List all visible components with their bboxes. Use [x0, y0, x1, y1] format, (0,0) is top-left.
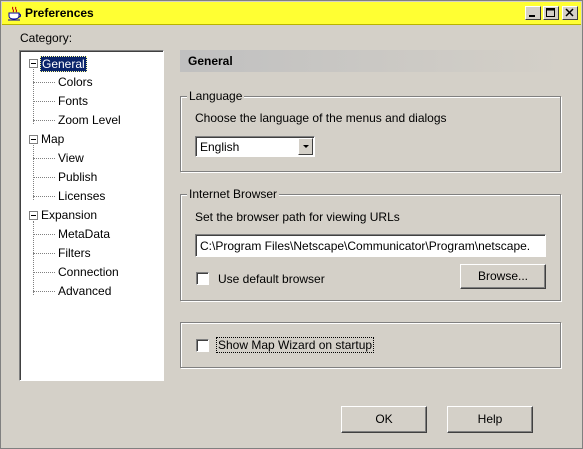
- tree-connector: [33, 291, 55, 292]
- maximize-icon: [546, 8, 555, 17]
- close-icon: [565, 8, 574, 17]
- language-group: Language Choose the language of the menu…: [180, 89, 561, 172]
- java-cup-icon: [8, 6, 21, 21]
- tree-item-licenses[interactable]: Licenses: [57, 189, 106, 205]
- tree-item-filters[interactable]: Filters: [57, 246, 92, 262]
- show-map-wizard-checkbox[interactable]: [196, 339, 209, 352]
- tree-item-publish[interactable]: Publish: [57, 170, 98, 186]
- tree-item-metadata[interactable]: MetaData: [57, 227, 111, 243]
- show-map-wizard-label[interactable]: Show Map Wizard on startup: [216, 337, 375, 353]
- tree-connector: [33, 69, 34, 124]
- tree-item-fonts[interactable]: Fonts: [57, 94, 89, 110]
- tree-item-expansion[interactable]: Expansion: [40, 208, 98, 224]
- language-description: Choose the language of the menus and dia…: [195, 111, 447, 125]
- use-default-browser-checkbox[interactable]: [196, 272, 209, 285]
- panel-title: General: [188, 54, 233, 68]
- collapse-toggle-map[interactable]: [29, 135, 38, 144]
- language-select[interactable]: English: [195, 136, 315, 157]
- tree-item-zoom-level[interactable]: Zoom Level: [57, 113, 122, 129]
- browse-button-label: Browse...: [477, 269, 528, 283]
- dropdown-arrow-icon[interactable]: [298, 138, 313, 155]
- tree-connector: [33, 221, 34, 295]
- tree-connector: [33, 101, 55, 102]
- title-bar[interactable]: Preferences: [2, 2, 581, 25]
- maximize-button[interactable]: [543, 6, 559, 20]
- map-wizard-group: Show Map Wizard on startup: [180, 322, 561, 368]
- internet-browser-group: Internet Browser Set the browser path fo…: [180, 187, 561, 301]
- ok-button-label: OK: [375, 412, 393, 426]
- internet-browser-legend: Internet Browser: [187, 187, 280, 201]
- help-button-label: Help: [477, 412, 503, 426]
- tree-connector: [33, 177, 55, 178]
- category-label: Category:: [20, 31, 73, 45]
- collapse-toggle-expansion[interactable]: [29, 211, 38, 220]
- tree-connector: [33, 158, 55, 159]
- tree-item-advanced[interactable]: Advanced: [57, 284, 112, 300]
- preferences-window: Preferences Category: General Colors Fon…: [0, 0, 583, 449]
- browse-button[interactable]: Browse...: [460, 264, 546, 289]
- tree-item-view[interactable]: View: [57, 151, 85, 167]
- help-button[interactable]: Help: [447, 406, 533, 433]
- browser-path-value: C:\Program Files\Netscape\Communicator\P…: [200, 239, 531, 253]
- collapse-toggle-general[interactable]: [29, 59, 38, 68]
- language-selected-value: English: [200, 140, 240, 154]
- tree-item-colors[interactable]: Colors: [57, 75, 94, 91]
- close-button[interactable]: [562, 6, 578, 20]
- tree-connector: [33, 196, 55, 197]
- use-default-browser-label[interactable]: Use default browser: [218, 272, 325, 286]
- tree-item-map[interactable]: Map: [40, 132, 65, 148]
- window-title: Preferences: [25, 6, 94, 20]
- tree-connector: [33, 120, 55, 121]
- browser-description: Set the browser path for viewing URLs: [195, 210, 400, 224]
- panel-header: General: [180, 50, 564, 72]
- tree-connector: [33, 253, 55, 254]
- language-legend: Language: [187, 89, 245, 103]
- minimize-button[interactable]: [525, 6, 541, 20]
- tree-connector: [33, 145, 34, 200]
- minimize-icon: [529, 15, 535, 17]
- tree-connector: [33, 82, 55, 83]
- category-tree[interactable]: General Colors Fonts Zoom Level Map View…: [19, 50, 164, 381]
- ok-button[interactable]: OK: [341, 406, 427, 433]
- tree-connector: [33, 272, 55, 273]
- tree-item-general[interactable]: General: [40, 56, 87, 72]
- tree-item-connection[interactable]: Connection: [57, 265, 120, 281]
- browser-path-input[interactable]: C:\Program Files\Netscape\Communicator\P…: [195, 234, 546, 257]
- tree-connector: [33, 234, 55, 235]
